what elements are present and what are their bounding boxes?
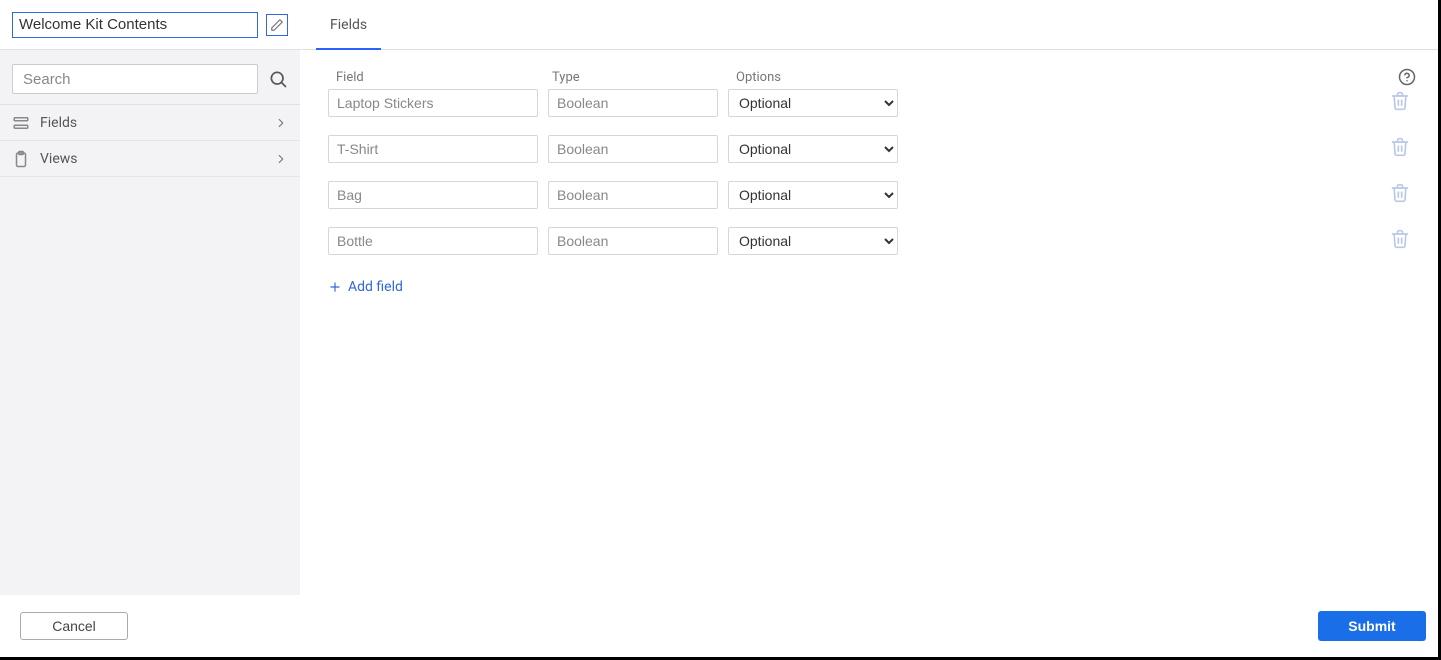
- trash-icon[interactable]: [1390, 137, 1410, 157]
- field-type-input[interactable]: [548, 135, 718, 163]
- sidebar-item-fields[interactable]: Fields: [0, 105, 300, 141]
- cancel-button[interactable]: Cancel: [20, 612, 128, 640]
- table-row: OptionalRequired: [328, 227, 1410, 255]
- sidebar-item-label: Fields: [40, 115, 264, 131]
- trash-icon[interactable]: [1390, 91, 1410, 111]
- field-name-input[interactable]: [328, 181, 538, 209]
- search-icon[interactable]: [268, 69, 288, 89]
- header-type: Type: [548, 70, 718, 85]
- header-field: Field: [328, 70, 538, 85]
- field-type-input[interactable]: [548, 181, 718, 209]
- chevron-right-icon: [274, 116, 288, 130]
- tabs: Fields: [300, 0, 381, 49]
- top-bar: Fields: [0, 0, 1438, 50]
- add-field-label: Add field: [348, 279, 403, 295]
- field-name-input[interactable]: [328, 89, 538, 117]
- table-row: OptionalRequired: [328, 89, 1410, 117]
- pencil-icon: [270, 18, 284, 32]
- edit-title-button[interactable]: [266, 14, 288, 36]
- chevron-right-icon: [274, 152, 288, 166]
- field-options-select[interactable]: OptionalRequired: [728, 135, 898, 163]
- trash-icon[interactable]: [1390, 183, 1410, 203]
- field-name-input[interactable]: [328, 227, 538, 255]
- submit-button[interactable]: Submit: [1318, 611, 1426, 641]
- sidebar: Fields Views: [0, 50, 300, 595]
- clipboard-icon: [12, 150, 30, 168]
- trash-icon[interactable]: [1390, 229, 1410, 249]
- title-input[interactable]: [12, 12, 258, 38]
- field-type-input[interactable]: [548, 89, 718, 117]
- field-type-input[interactable]: [548, 227, 718, 255]
- tab-label: Fields: [330, 17, 367, 33]
- fields-icon: [12, 114, 30, 132]
- table-row: OptionalRequired: [328, 135, 1410, 163]
- footer: Cancel Submit: [0, 595, 1438, 657]
- sidebar-item-label: Views: [40, 151, 264, 167]
- field-options-select[interactable]: OptionalRequired: [728, 181, 898, 209]
- table-header: Field Type Options: [328, 70, 1410, 85]
- help-icon[interactable]: [1398, 68, 1416, 86]
- plus-icon: [328, 280, 342, 294]
- tab-fields[interactable]: Fields: [316, 0, 381, 49]
- content-area: Field Type Options OptionalRequired Optio…: [300, 50, 1438, 595]
- sidebar-item-views[interactable]: Views: [0, 141, 300, 177]
- field-options-select[interactable]: OptionalRequired: [728, 227, 898, 255]
- table-row: OptionalRequired: [328, 181, 1410, 209]
- add-field-button[interactable]: Add field: [328, 279, 403, 295]
- search-input[interactable]: [12, 64, 258, 94]
- field-options-select[interactable]: OptionalRequired: [728, 89, 898, 117]
- header-options: Options: [728, 70, 898, 85]
- field-name-input[interactable]: [328, 135, 538, 163]
